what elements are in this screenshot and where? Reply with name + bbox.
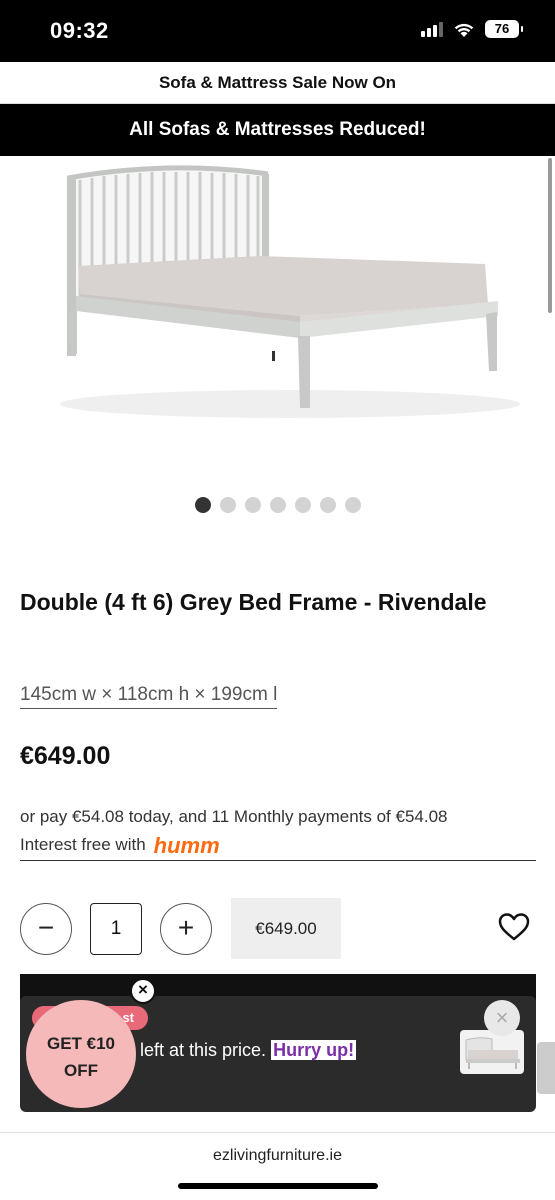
- increase-quantity-button[interactable]: +: [160, 903, 212, 955]
- popup-message: left at this price. Hurry up!: [140, 1040, 357, 1061]
- offer-line-2: OFF: [64, 1061, 98, 1080]
- carousel-dot[interactable]: [244, 497, 261, 513]
- signal-icon: [421, 21, 443, 37]
- humm-logo: humm: [153, 832, 220, 858]
- promo-banner[interactable]: Sofa & Mattress Sale Now On: [0, 62, 555, 104]
- product-dimensions[interactable]: 145cm w × 118cm h × 199cm l: [20, 684, 278, 709]
- finance-provider: Interest free with humm: [20, 831, 536, 860]
- product-price: €649.00: [20, 742, 111, 770]
- url-text[interactable]: ezlivingfurniture.ie: [0, 1147, 555, 1165]
- status-bar: 09:32 76: [0, 0, 555, 62]
- finance-label: Interest free with: [20, 835, 146, 854]
- status-icons: 76: [421, 20, 523, 38]
- status-time: 09:32: [50, 18, 109, 43]
- bed-illustration: [60, 165, 520, 418]
- offer-close-button[interactable]: ×: [130, 978, 156, 1004]
- bed-thumbnail-icon: [465, 1037, 520, 1069]
- battery-icon: 76: [485, 20, 523, 38]
- quantity-row: − 1 + €649.00: [20, 898, 536, 959]
- finance-info[interactable]: or pay €54.08 today, and 11 Monthly paym…: [20, 803, 536, 861]
- wifi-icon: [454, 23, 474, 37]
- offer-line-1: GET €10: [46, 1034, 116, 1053]
- carousel-dot[interactable]: [219, 497, 236, 513]
- popup-message-text: left at this price.: [140, 1040, 267, 1060]
- carousel-dot[interactable]: [344, 497, 361, 513]
- decrease-quantity-button[interactable]: −: [20, 903, 72, 955]
- carousel-dot[interactable]: [194, 497, 211, 513]
- hurry-up-text: Hurry up!: [271, 1040, 357, 1060]
- popup-close-button[interactable]: ×: [484, 1000, 520, 1036]
- popup-product-thumbnail: [460, 1030, 524, 1074]
- home-indicator[interactable]: [178, 1183, 378, 1189]
- carousel-dot[interactable]: [294, 497, 311, 513]
- product-image[interactable]: [0, 156, 555, 486]
- side-tab[interactable]: [537, 1042, 555, 1094]
- quantity-field[interactable]: 1: [90, 903, 142, 955]
- promo-banner-black[interactable]: All Sofas & Mattresses Reduced!: [0, 104, 555, 156]
- heart-icon[interactable]: [498, 912, 530, 942]
- product-title: Double (4 ft 6) Grey Bed Frame - Rivenda…: [20, 589, 487, 615]
- line-price: €649.00: [231, 898, 341, 959]
- finance-line: or pay €54.08 today, and 11 Monthly paym…: [20, 807, 448, 826]
- carousel-dots: [0, 497, 555, 513]
- browser-url-bar: ezlivingfurniture.ie: [0, 1132, 555, 1200]
- carousel-dot[interactable]: [269, 497, 286, 513]
- scrollbar[interactable]: [548, 158, 552, 313]
- carousel-dot[interactable]: [319, 497, 336, 513]
- discount-offer-button[interactable]: GET €10 OFF: [26, 1000, 136, 1108]
